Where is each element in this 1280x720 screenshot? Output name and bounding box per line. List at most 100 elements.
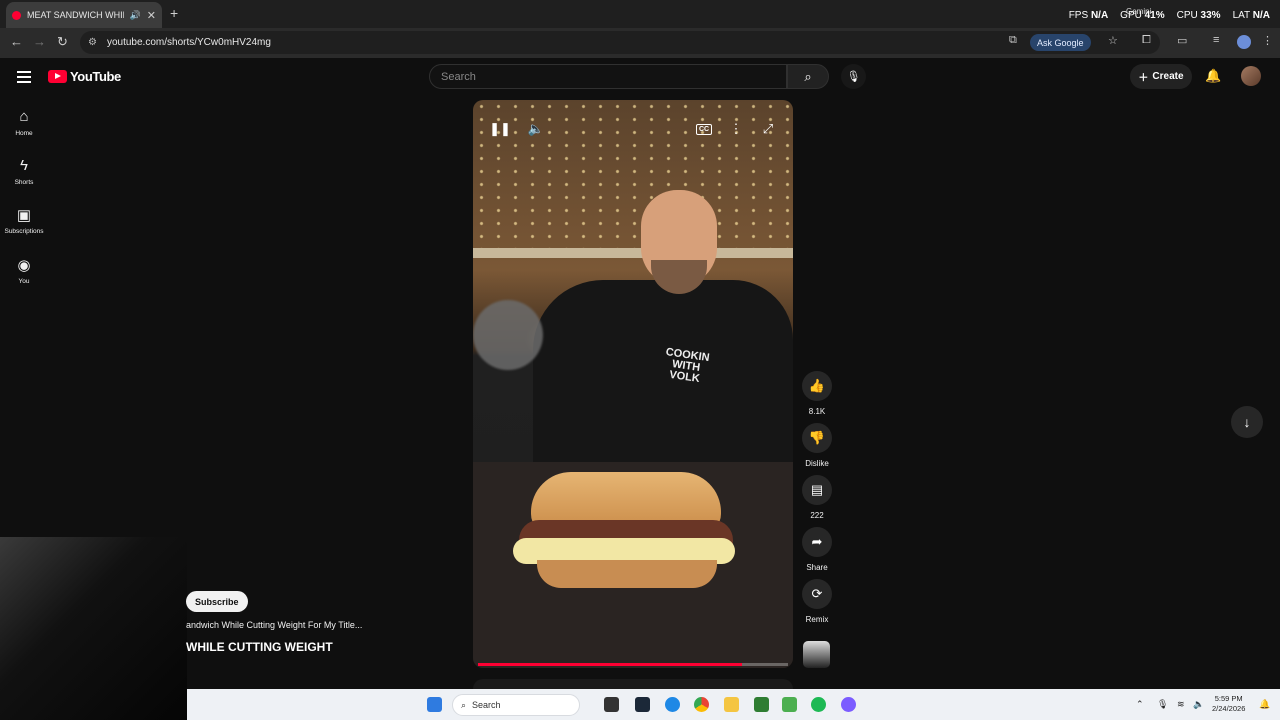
microphone-icon: 🎙 [846,71,861,83]
like-count: 8.1K [808,407,826,416]
share-label: Share [806,563,828,572]
video-description[interactable]: andwich While Cutting Weight For My Titl… [186,620,376,630]
bookmark-star-icon[interactable]: ☆ [1108,34,1118,47]
like-button[interactable]: 👍 [802,371,832,401]
cast-icon[interactable]: ▭ [1177,34,1187,47]
browser-tab-strip: MEAT SANDWICH WHILE CUTTING WEIGHT 🔊 ✕ +… [0,0,1280,28]
steam-icon[interactable] [635,697,650,712]
video-progress-fill [478,663,742,666]
youtube-play-icon [48,70,67,83]
rail-item-shorts[interactable]: ϟ Shorts [0,157,48,186]
browser-tab-active[interactable]: MEAT SANDWICH WHILE CUTTING WEIGHT 🔊 ✕ [6,2,162,28]
captions-button[interactable]: CC [691,118,717,140]
plus-icon: ＋ [1138,73,1149,84]
reading-list-icon[interactable]: ≡ [1213,34,1219,46]
close-tab-icon[interactable]: ✕ [147,9,156,22]
chevron-up-icon[interactable]: ⌃ [1136,699,1144,710]
system-clock[interactable]: 5:59 PM 2/24/2026 [1212,694,1245,714]
forward-arrow-icon[interactable]: → [33,34,46,49]
thumbs-up-icon: 👍 [808,378,826,393]
dislike-label: Dislike [805,459,829,468]
pause-icon: ❚❚ [489,121,511,136]
volume-icon: 🔈 [527,121,545,136]
comment-icon: ▤ [810,482,824,497]
video-progress-bar[interactable] [478,663,788,666]
chrome-icon[interactable] [694,697,709,712]
speaker-icon[interactable]: 🔊 [130,10,141,21]
thumbs-down-icon: 👎 [808,430,826,445]
ask-google-button[interactable]: Ask Google [1030,34,1091,51]
spotify-icon[interactable] [811,697,826,712]
xbox-icon[interactable] [754,697,769,712]
search-button[interactable]: ⌕ [787,64,829,89]
volume-tray-icon[interactable]: 🔈 [1193,699,1204,710]
url-text: youtube.com/shorts/YCw0mHV24mg [106,37,271,48]
captions-icon: CC [695,123,713,135]
search-icon: ⌕ [804,68,812,84]
notifications-bell-icon[interactable]: 🔔 [1205,68,1221,84]
edge-icon[interactable] [665,697,680,712]
address-bar[interactable]: ⚙ youtube.com/shorts/YCw0mHV24mg [80,31,1160,54]
remix-icon: ⟳ [811,586,823,601]
new-tab-button[interactable]: + [170,5,178,21]
tab-title: MEAT SANDWICH WHILE CUTTING WEIGHT [27,10,124,20]
remix-label: Remix [805,615,829,624]
discord-icon[interactable] [841,697,856,712]
arrow-down-icon: ↓ [1243,414,1251,430]
task-view-icon[interactable] [604,697,619,712]
youtube-logo[interactable]: YouTube [48,69,121,84]
youtube-header: YouTube Search ⌕ 🎙 ＋ Create 🔔 [0,58,1280,98]
subscribe-button[interactable]: Subscribe [186,591,248,612]
create-button[interactable]: ＋ Create [1130,64,1192,89]
performance-overlay: FPS N/A GPU 41% CPU 33% LAT N/A [1068,10,1270,21]
share-action[interactable]: ➦ Share [801,527,833,572]
comment-count: 222 [810,511,824,520]
site-info-icon[interactable]: ⚙ [88,37,97,48]
file-explorer-icon[interactable] [724,697,739,712]
install-app-icon[interactable]: ⧉ [1009,34,1017,47]
you-icon: ◉ [17,257,31,274]
microphone-tray-icon[interactable]: 🎙 [1157,699,1168,710]
shorts-video-player[interactable]: COOKIN WITH VOLK [473,100,793,668]
browser-menu-icon[interactable]: ⋮ [1262,34,1273,47]
minecraft-icon[interactable] [782,697,797,712]
comments-action[interactable]: ▤ 222 [801,475,833,520]
rail-item-home[interactable]: ⌂ Home [0,108,48,137]
video-title: WHILE CUTTING WEIGHT [186,640,333,654]
taskbar-search[interactable]: ⌕ Search [452,694,580,716]
voice-search-button[interactable]: 🎙 [841,64,866,89]
browser-profile-icon[interactable] [1237,35,1251,49]
share-arrow-icon: ➦ [811,534,823,549]
more-options-button[interactable]: ⋮ [723,118,749,140]
wifi-icon[interactable]: ≋ [1177,699,1185,710]
remix-button[interactable]: ⟳ [802,579,832,609]
expand-icon: ⤢ [762,121,774,136]
extensions-icon[interactable]: ⧠ [1142,34,1151,47]
notification-icon[interactable]: 🔔 [1259,699,1270,710]
mute-button[interactable]: 🔈 [523,118,549,140]
search-input[interactable]: Search [429,64,787,89]
more-vertical-icon: ⋮ [729,121,743,136]
webcam-overlay [0,537,187,720]
next-short-button[interactable]: ↓ [1231,406,1263,438]
like-action[interactable]: 👍 8.1K [801,371,833,416]
rail-item-you[interactable]: ◉ You [0,256,48,285]
youtube-favicon-icon [12,10,21,20]
shorts-icon: ϟ [20,157,28,174]
share-button[interactable]: ➦ [802,527,832,557]
pause-button[interactable]: ❚❚ [487,118,513,140]
browser-toolbar: ← → ↻ ⚙ youtube.com/shorts/YCw0mHV24mg ⧉… [0,28,1280,58]
channel-thumbnail[interactable] [803,641,830,668]
avatar[interactable] [1241,66,1261,86]
reload-icon[interactable]: ↻ [57,34,68,50]
comments-button[interactable]: ▤ [802,475,832,505]
back-arrow-icon[interactable]: ← [10,34,23,49]
dislike-button[interactable]: 👎 [802,423,832,453]
dislike-action[interactable]: 👎 Dislike [801,423,833,468]
hamburger-menu-icon[interactable] [17,71,31,86]
windows-start-icon[interactable] [427,697,442,712]
home-icon: ⌂ [19,108,29,125]
remix-action[interactable]: ⟳ Remix [801,579,833,624]
rail-item-subscriptions[interactable]: ▣ Subscriptions [0,206,48,235]
fullscreen-button[interactable]: ⤢ [755,118,781,140]
